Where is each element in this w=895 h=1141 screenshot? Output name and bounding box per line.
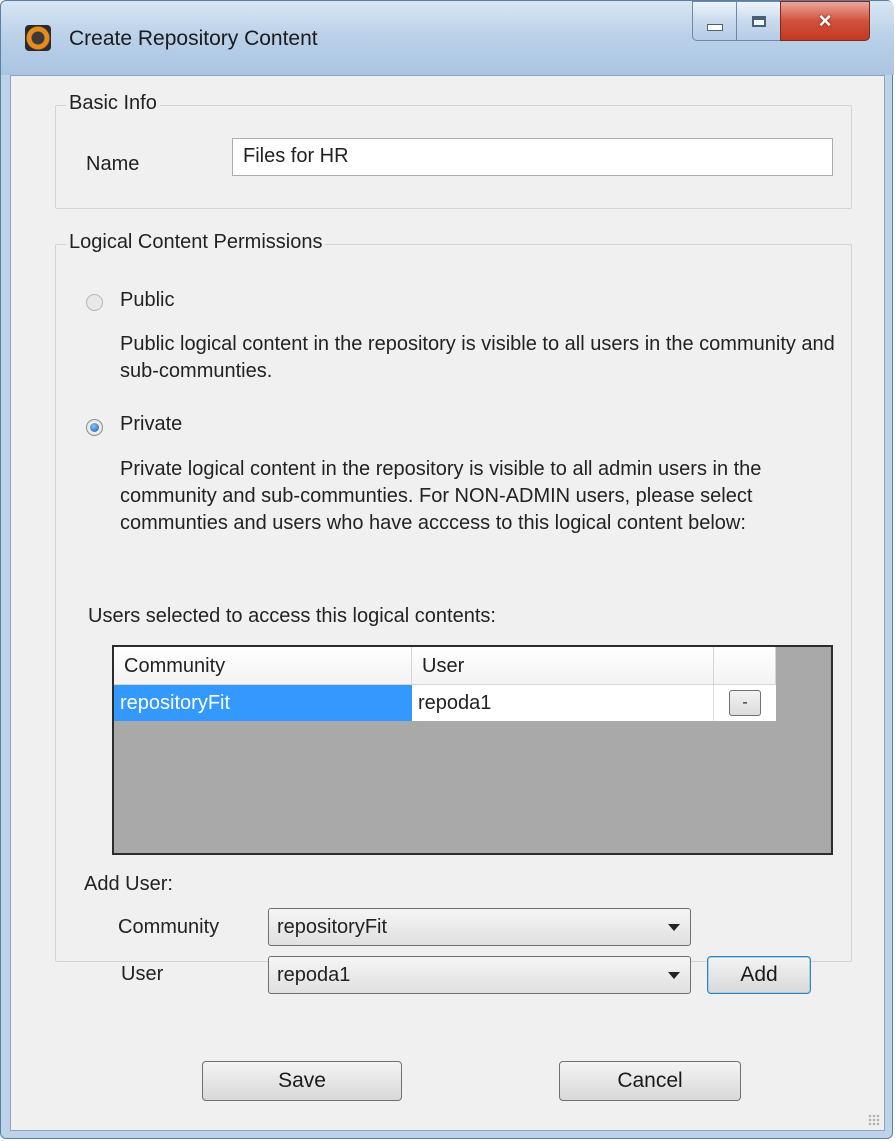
permissions-legend: Logical Content Permissions bbox=[66, 231, 326, 254]
maximize-icon bbox=[751, 15, 766, 27]
user-select[interactable]: repoda1 bbox=[268, 956, 691, 994]
users-selected-label: Users selected to access this logical co… bbox=[88, 605, 496, 627]
column-header-action bbox=[714, 647, 776, 685]
public-label[interactable]: Public bbox=[120, 289, 174, 312]
column-header-user[interactable]: User bbox=[412, 647, 714, 685]
public-description: Public logical content in the repository… bbox=[120, 333, 835, 382]
column-header-community[interactable]: Community bbox=[114, 647, 412, 685]
window-title: Create Repository Content bbox=[69, 27, 318, 50]
save-button[interactable]: Save bbox=[202, 1061, 402, 1101]
window-controls: × bbox=[692, 1, 870, 43]
app-logo-icon bbox=[25, 25, 51, 51]
title-bar[interactable]: Create Repository Content × bbox=[1, 1, 894, 75]
table-row[interactable]: repositoryFit repoda1 - bbox=[114, 685, 776, 721]
add-user-button[interactable]: Add bbox=[707, 956, 811, 994]
minimize-icon bbox=[706, 23, 723, 31]
private-label[interactable]: Private bbox=[120, 413, 182, 436]
users-table: Community User repositoryFit repoda1 - bbox=[112, 645, 833, 855]
private-radio[interactable] bbox=[86, 419, 103, 436]
dialog-content: Basic Info Name Files for HR Logical Con… bbox=[10, 75, 885, 1131]
table-header: Community User bbox=[114, 647, 776, 685]
remove-user-button[interactable]: - bbox=[729, 690, 761, 716]
name-label: Name bbox=[86, 153, 140, 175]
cell-action: - bbox=[714, 685, 776, 721]
private-description: Private logical content in the repositor… bbox=[120, 458, 762, 534]
maximize-button[interactable] bbox=[736, 1, 780, 41]
basic-info-group: Basic Info Name Files for HR bbox=[55, 92, 852, 209]
community-select-value: repositoryFit bbox=[277, 916, 388, 938]
cancel-button[interactable]: Cancel bbox=[559, 1061, 741, 1101]
resize-grip[interactable] bbox=[868, 1114, 880, 1126]
minimize-button[interactable] bbox=[692, 1, 736, 41]
community-select[interactable]: repositoryFit bbox=[268, 908, 691, 946]
basic-info-legend: Basic Info bbox=[66, 92, 160, 115]
public-radio[interactable] bbox=[86, 294, 103, 311]
close-button[interactable]: × bbox=[780, 1, 870, 41]
cell-user[interactable]: repoda1 bbox=[412, 685, 714, 721]
community-label: Community bbox=[118, 916, 220, 938]
dialog-window: Create Repository Content × Basic Info N… bbox=[0, 0, 894, 1139]
close-icon: × bbox=[818, 8, 832, 33]
chevron-down-icon bbox=[668, 924, 680, 931]
user-select-value: repoda1 bbox=[277, 964, 351, 986]
cell-community[interactable]: repositoryFit bbox=[114, 685, 412, 721]
user-label: User bbox=[121, 963, 164, 985]
chevron-down-icon bbox=[668, 972, 680, 979]
add-user-label: Add User: bbox=[84, 873, 173, 895]
name-field[interactable]: Files for HR bbox=[232, 138, 833, 176]
